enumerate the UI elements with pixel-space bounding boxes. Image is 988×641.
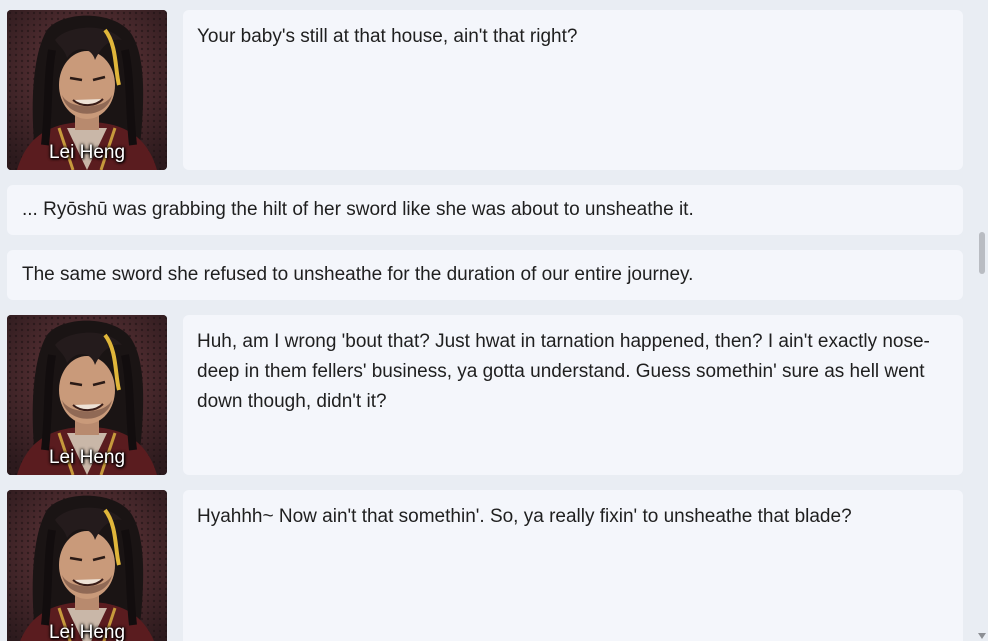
- dialogue-text: Your baby's still at that house, ain't t…: [183, 10, 963, 170]
- scrollbar-thumb[interactable]: [979, 232, 985, 274]
- dialogue-text: Huh, am I wrong 'bout that? Just hwat in…: [183, 315, 963, 475]
- dialogue-row: Lei Heng Hyahhh~ Now ain't that somethin…: [7, 490, 963, 641]
- speaker-portrait: Lei Heng: [7, 490, 167, 641]
- narration-text: ... Ryōshū was grabbing the hilt of her …: [7, 185, 963, 235]
- narration-text: The same sword she refused to unsheathe …: [7, 250, 963, 300]
- speaker-name: Lei Heng: [48, 622, 126, 641]
- dialogue-row: Lei Heng Huh, am I wrong 'bout that? Jus…: [7, 315, 963, 475]
- dialogue-row: Lei Heng Your baby's still at that house…: [7, 10, 963, 170]
- lei-heng-portrait-image: [7, 490, 167, 641]
- speaker-portrait: Lei Heng: [7, 10, 167, 170]
- speaker-name: Lei Heng: [48, 142, 126, 163]
- speaker-name: Lei Heng: [48, 447, 126, 468]
- speaker-portrait: Lei Heng: [7, 315, 167, 475]
- chevron-down-icon[interactable]: [978, 633, 986, 639]
- vertical-scrollbar[interactable]: [975, 0, 988, 641]
- dialogue-text: Hyahhh~ Now ain't that somethin'. So, ya…: [183, 490, 963, 641]
- dialogue-viewport[interactable]: Lei Heng Your baby's still at that house…: [0, 0, 988, 641]
